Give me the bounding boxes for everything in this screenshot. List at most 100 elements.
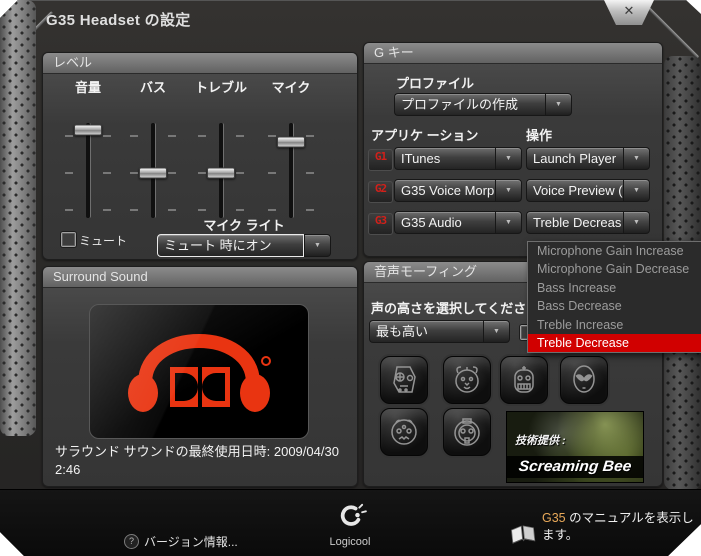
treble-slider-track[interactable] (207, 123, 235, 218)
gkey-panel: G キー プロファイル プロファイルの作成 ▼ アプリケ ーション 操作 G1 … (363, 42, 663, 257)
chevron-down-icon[interactable]: ▼ (495, 147, 522, 170)
morph-alien-button[interactable] (560, 356, 608, 404)
window-background: G35 Headset の設定 ✕ レベル 音量 バス トレブル マイク ミュー… (0, 0, 701, 556)
dolby-headphone-icon (128, 334, 271, 412)
pitch-select-label: 声の高さを選択してください (371, 301, 540, 316)
g2-application-value[interactable]: G35 Voice Morph (394, 179, 495, 202)
alien-face-icon (573, 365, 595, 393)
dolby-headphone-image (89, 304, 309, 439)
volume-slider: 音量 (56, 77, 120, 237)
menu-item-microphone-gain-increase[interactable]: Microphone Gain Increase (528, 242, 701, 260)
level-panel: レベル 音量 バス トレブル マイク ミュート マイク ライト ミュート 時にオ… (42, 52, 358, 260)
chevron-down-icon[interactable]: ▼ (304, 234, 331, 257)
version-info-label: バージョン情報... (144, 535, 238, 549)
g1-application-dropdown[interactable]: ITunes ▼ (394, 147, 522, 170)
surround-sound-panel: Surround Sound サラウンド サウンドの最終使用日時: 2009/0… (42, 266, 358, 487)
surround-last-used-label: サラウンド サウンドの最終使用日時: (55, 444, 271, 459)
manual-line1: のマニュアルを表示し (565, 511, 694, 525)
app-window: G35 Headset の設定 ✕ レベル 音量 バス トレブル マイク ミュー… (0, 0, 701, 556)
chevron-down-icon[interactable]: ▼ (495, 211, 522, 234)
volume-slider-label: 音量 (74, 80, 101, 95)
credit-label: 技術提供 : (515, 435, 566, 447)
mute-checkbox-label: ミュート (79, 234, 128, 248)
slider-ticks (130, 123, 138, 218)
manual-link-text: G35 のマニュアルを表示し ます。 (542, 510, 694, 544)
logicool-icon (340, 503, 367, 526)
lion-face-icon (455, 366, 479, 393)
volume-slider-track[interactable] (74, 123, 102, 218)
mic-slider: マイク (259, 77, 323, 237)
menu-item-treble-increase[interactable]: Treble Increase (528, 316, 701, 334)
g3-key-badge: G3 (368, 213, 393, 235)
menu-item-treble-decrease[interactable]: Treble Decrease (528, 333, 701, 353)
g2-key-badge: G2 (368, 181, 393, 203)
mic-light-label: マイク ライト (203, 218, 285, 233)
book-icon (511, 525, 536, 544)
g1-operation-dropdown[interactable]: Launch Player ▼ (526, 147, 650, 170)
g2-operation-value[interactable]: Voice Preview ( (526, 179, 623, 202)
slider-ticks (65, 123, 73, 218)
mic-slider-label: マイク (271, 80, 311, 95)
g3-operation-dropdown[interactable]: Treble Decreas ▼ (526, 211, 650, 234)
credit-brand: Screaming Bee (507, 456, 643, 478)
chevron-down-icon[interactable]: ▼ (623, 179, 650, 202)
pitch-dropdown-value[interactable]: 最も高い (369, 320, 483, 343)
morph-mask-button[interactable] (443, 408, 491, 456)
g2-application-dropdown[interactable]: G35 Voice Morph ▼ (394, 179, 522, 202)
slider-ticks (103, 123, 111, 218)
chevron-down-icon[interactable]: ▼ (495, 179, 522, 202)
menu-item-bass-decrease[interactable]: Bass Decrease (528, 297, 701, 315)
chevron-down-icon[interactable]: ▼ (483, 320, 510, 343)
mask-face-icon (454, 418, 480, 446)
morph-cyborg-button[interactable] (380, 356, 428, 404)
bass-slider: バス (121, 77, 185, 237)
chevron-down-icon[interactable]: ▼ (623, 147, 650, 170)
close-icon: ✕ (623, 3, 635, 18)
treble-slider-label: トレブル (194, 80, 247, 95)
bass-slider-track[interactable] (139, 123, 167, 218)
surround-last-used-time: 2:46 (55, 462, 81, 477)
bass-slider-thumb[interactable] (139, 167, 167, 179)
gkey-panel-title: G キー (364, 43, 662, 64)
manual-link[interactable]: G35 のマニュアルを表示し ます。 (510, 510, 694, 544)
g2-operation-dropdown[interactable]: Voice Preview ( ▼ (526, 179, 650, 202)
close-button[interactable]: ✕ (604, 0, 654, 25)
g1-application-value[interactable]: ITunes (394, 147, 495, 170)
surround-last-used: サラウンド サウンドの最終使用日時: 2009/04/30 2:46 (55, 443, 351, 479)
treble-slider-thumb[interactable] (207, 167, 235, 179)
chevron-down-icon[interactable]: ▼ (623, 211, 650, 234)
treble-slider: トレブル (189, 77, 253, 237)
version-info-link[interactable]: ? バージョン情報... (124, 533, 238, 550)
volume-slider-thumb[interactable] (74, 124, 102, 136)
logicool-logo: Logicool (318, 502, 382, 548)
pitch-dropdown[interactable]: 最も高い ▼ (369, 320, 510, 343)
g3-application-dropdown[interactable]: G35 Audio ▼ (394, 211, 522, 234)
application-column-label: アプリケ ーション (371, 128, 479, 143)
menu-item-microphone-gain-decrease[interactable]: Microphone Gain Decrease (528, 260, 701, 278)
g1-operation-value[interactable]: Launch Player (526, 147, 623, 170)
profile-dropdown-value[interactable]: プロファイルの作成 (394, 93, 545, 116)
morph-ogre-button[interactable] (500, 356, 548, 404)
profile-dropdown[interactable]: プロファイルの作成 ▼ (394, 93, 572, 116)
slider-ticks (268, 123, 276, 218)
menu-item-bass-increase[interactable]: Bass Increase (528, 279, 701, 297)
morph-lion-button[interactable] (443, 356, 491, 404)
mic-light-dropdown[interactable]: ミュート 時にオン ▼ (157, 234, 331, 257)
slider-ticks (306, 123, 314, 218)
mic-slider-thumb[interactable] (277, 136, 305, 148)
level-panel-title: レベル (43, 53, 357, 74)
logicool-wordmark: Logicool (329, 536, 371, 548)
question-icon: ? (124, 534, 139, 549)
morph-troll-button[interactable] (380, 408, 428, 456)
bass-slider-label: バス (139, 80, 166, 95)
surround-last-used-date: 2009/04/30 (273, 444, 339, 459)
mic-light-dropdown-value[interactable]: ミュート 時にオン (157, 234, 304, 257)
g3-application-value[interactable]: G35 Audio (394, 211, 495, 234)
mic-slider-track[interactable] (277, 123, 305, 218)
slider-ticks (168, 123, 176, 218)
g3-operation-value[interactable]: Treble Decreas (526, 211, 623, 234)
profile-label: プロファイル (396, 76, 475, 91)
chevron-down-icon[interactable]: ▼ (545, 93, 572, 116)
slider-ticks (236, 123, 244, 218)
mute-checkbox[interactable] (61, 232, 76, 247)
